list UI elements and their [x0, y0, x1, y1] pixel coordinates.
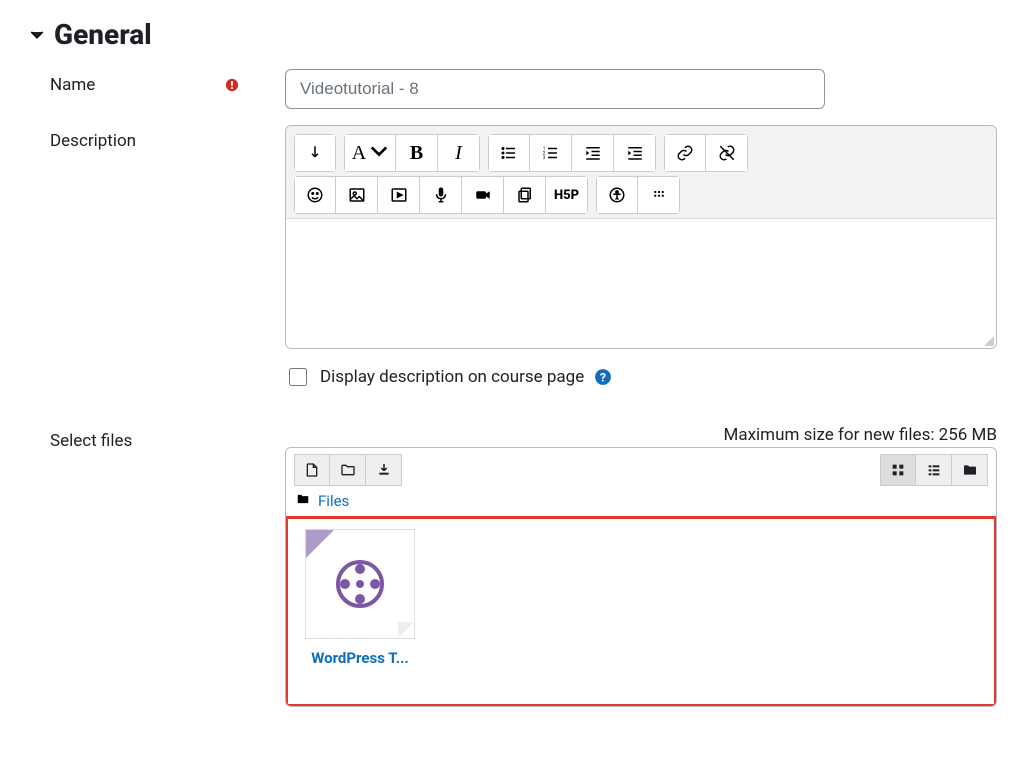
toolbar-numbered-list-button[interactable]: 123 [530, 134, 572, 172]
toolbar-link-button[interactable] [664, 134, 706, 172]
toolbar-record-video-button[interactable] [462, 176, 504, 214]
name-label: Name [50, 75, 95, 95]
description-textarea[interactable] [286, 218, 996, 348]
toolbar-styles-button[interactable]: A [344, 134, 396, 172]
section-title: General [54, 18, 152, 51]
toolbar-indent-button[interactable] [614, 134, 656, 172]
toolbar-accessibility-checker-button[interactable] [596, 176, 638, 214]
caret-down-icon [370, 142, 388, 164]
download-all-button[interactable] [366, 454, 402, 486]
add-file-button[interactable] [294, 454, 330, 486]
toolbar-bulleted-list-button[interactable] [488, 134, 530, 172]
toolbar-h5p-button[interactable]: H5P [546, 176, 588, 214]
file-tile[interactable]: WordPress T... [300, 529, 420, 667]
chevron-down-icon [30, 28, 44, 42]
required-icon [225, 75, 255, 97]
description-label: Description [50, 131, 136, 151]
help-icon[interactable]: ? [594, 368, 612, 386]
description-editor: A B I [285, 125, 997, 349]
toolbar-unlink-button[interactable] [706, 134, 748, 172]
name-input[interactable] [285, 69, 825, 109]
file-name: WordPress T... [300, 649, 420, 667]
toolbar-media-button[interactable] [378, 176, 420, 214]
toolbar-emoji-button[interactable] [294, 176, 336, 214]
display-description-checkbox[interactable] [289, 368, 307, 386]
create-folder-button[interactable] [330, 454, 366, 486]
toolbar-expand-button[interactable] [294, 134, 336, 172]
toolbar-record-audio-button[interactable] [420, 176, 462, 214]
svg-text:3: 3 [542, 155, 545, 161]
breadcrumb-files[interactable]: Files [318, 492, 349, 510]
section-toggle-general[interactable]: General [20, 0, 1004, 61]
view-tree-button[interactable] [952, 454, 988, 486]
view-details-button[interactable] [916, 454, 952, 486]
display-description-label: Display description on course page [320, 367, 584, 387]
max-size-text: Maximum size for new files: 256 MB [285, 425, 997, 447]
file-manager: Files [285, 447, 997, 707]
toolbar-bold-button[interactable]: B [396, 134, 438, 172]
folder-icon [296, 492, 310, 510]
toolbar-manage-files-button[interactable] [504, 176, 546, 214]
editor-toolbar-row1: A B I [286, 126, 996, 176]
toolbar-screenreader-helper-button[interactable] [638, 176, 680, 214]
select-files-label: Select files [50, 431, 132, 451]
video-file-icon [305, 529, 415, 639]
toolbar-outdent-button[interactable] [572, 134, 614, 172]
editor-toolbar-row2: H5P [286, 176, 996, 218]
view-icons-button[interactable] [880, 454, 916, 486]
toolbar-italic-button[interactable]: I [438, 134, 480, 172]
toolbar-image-button[interactable] [336, 176, 378, 214]
file-drop-area[interactable]: WordPress T... [286, 516, 996, 706]
svg-text:?: ? [600, 372, 606, 386]
